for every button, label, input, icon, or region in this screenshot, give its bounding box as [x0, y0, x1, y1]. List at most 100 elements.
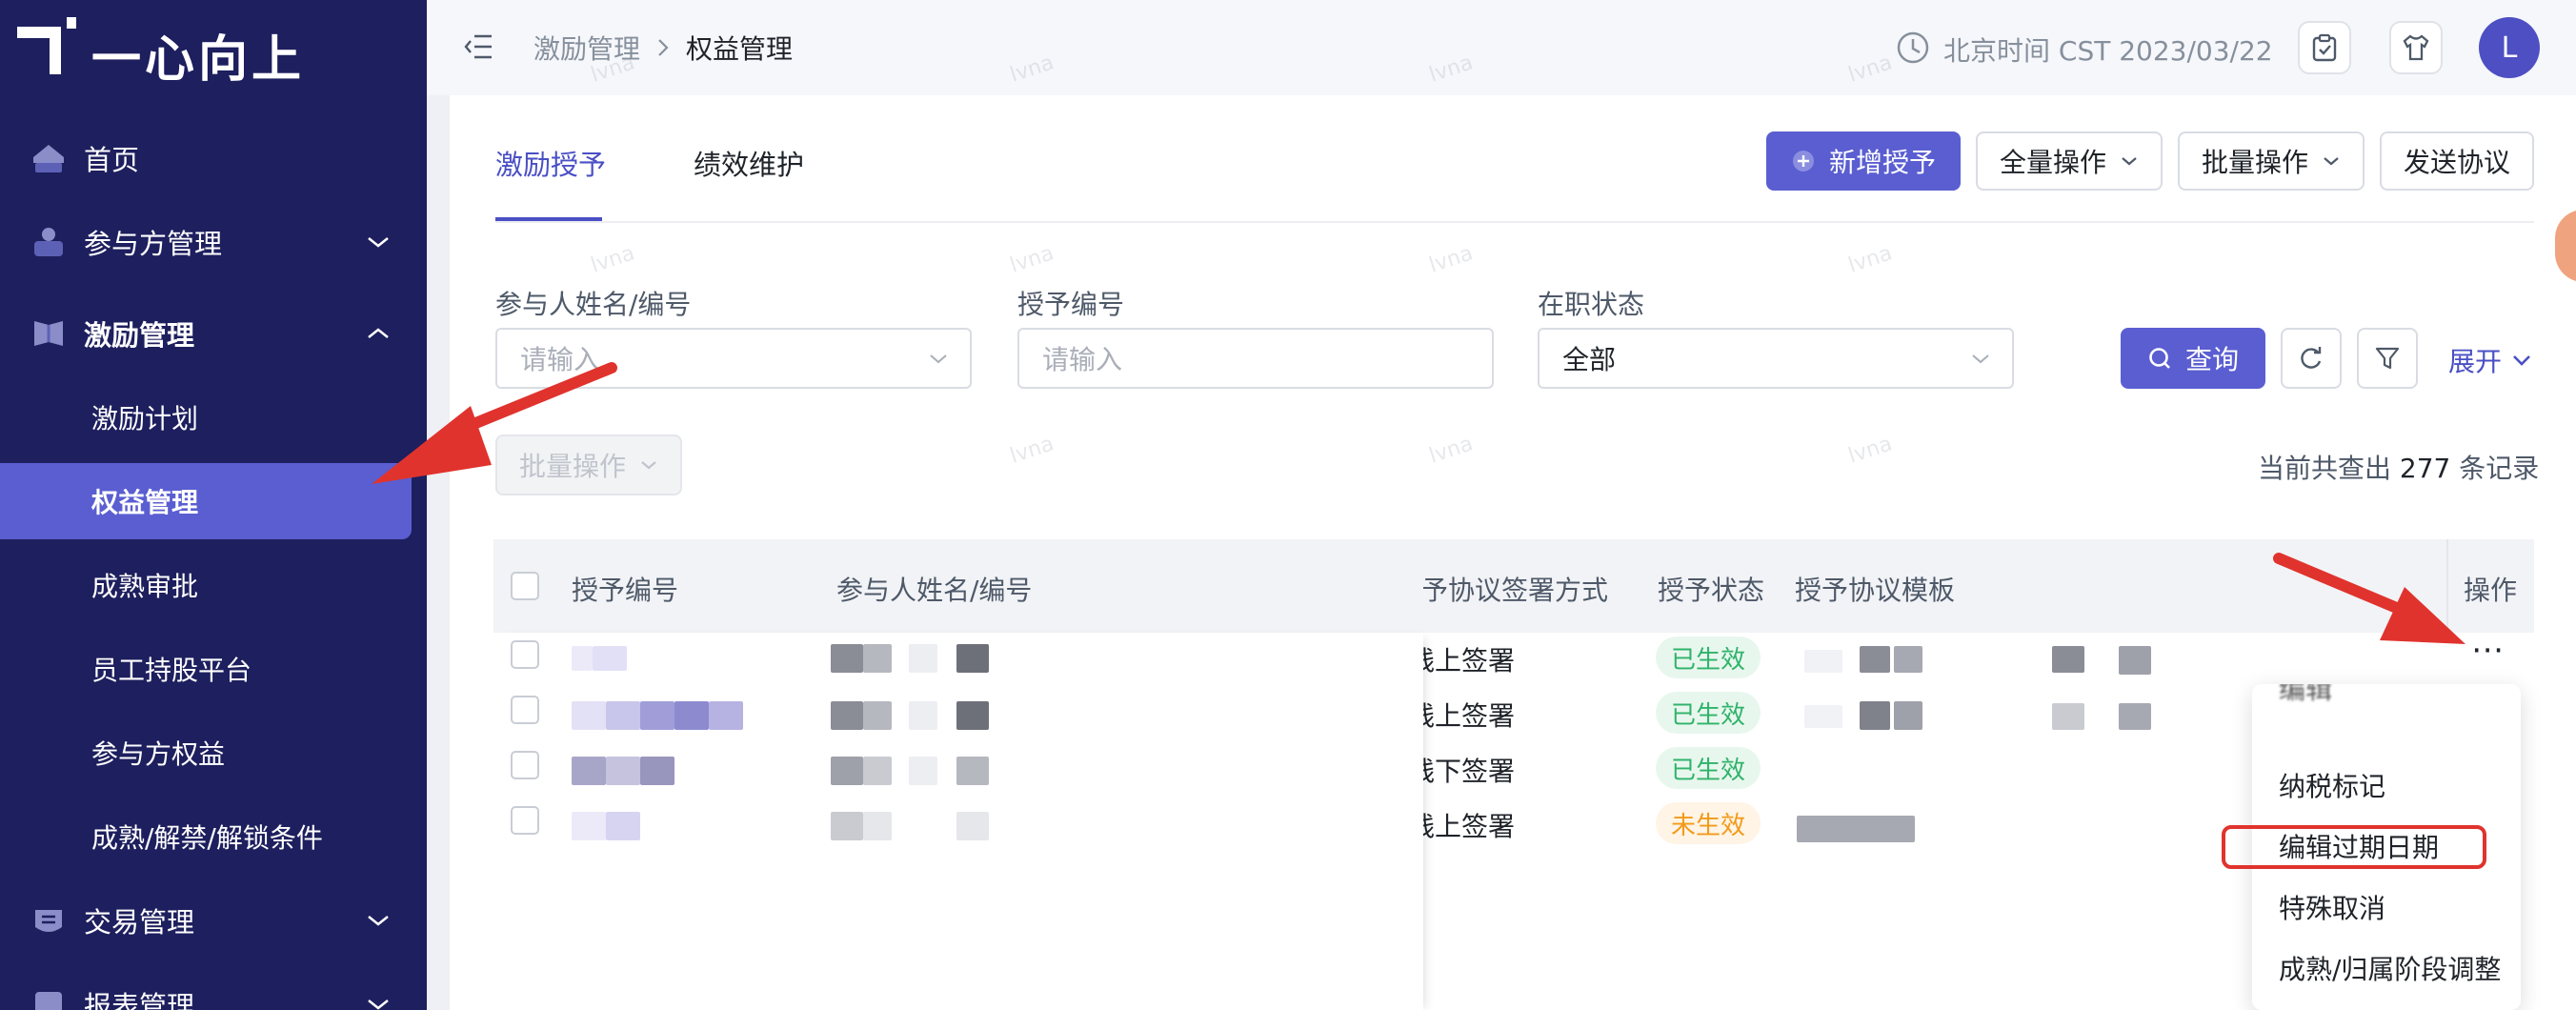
menu-item-edit[interactable]: 编辑 [2279, 684, 2332, 707]
chevron-down-icon [2122, 157, 2137, 166]
chevron-down-icon [368, 916, 389, 926]
status-badge: 已生效 [1656, 747, 1761, 789]
batch-operations-dropdown[interactable]: 批量操作 [2178, 131, 2365, 191]
col-grant-no[interactable]: 授予编号 [572, 570, 678, 608]
sidebar-subitem-participant-equity[interactable]: 参与方权益 [0, 715, 412, 791]
grants-table: 授予编号 参与人姓名/编号 授予协议签署方式 授予状态 授予协议模板 操作 线上… [493, 539, 2534, 1010]
redacted-cell [640, 757, 674, 785]
breadcrumb-current: 权益管理 [686, 33, 794, 65]
chevron-down-icon [1972, 354, 1989, 364]
batch-operations-disabled[interactable]: 批量操作 [495, 434, 682, 495]
grant-no-input[interactable]: 请输入 [1017, 328, 1494, 389]
filter-button[interactable] [2357, 328, 2418, 389]
select-all-checkbox[interactable] [511, 572, 539, 600]
participant-select[interactable]: 请输入 [495, 328, 972, 389]
send-agreement-button[interactable]: 发送协议 [2380, 131, 2534, 191]
reset-button[interactable] [2281, 328, 2342, 389]
sidebar-item-label: 参与方管理 [84, 228, 223, 260]
redacted-cell [572, 757, 606, 785]
cell-sign-method: 线上签署 [1408, 811, 1516, 842]
tab-incentive-grant[interactable]: 激励授予 [495, 143, 606, 183]
batch-operations-label: 批量操作 [2201, 147, 2308, 178]
sidebar-subitem-label: 成熟审批 [91, 571, 199, 602]
status-badge: 已生效 [1656, 692, 1761, 734]
redacted-cell [831, 812, 863, 840]
row-checkbox[interactable] [511, 751, 539, 779]
redacted-cell [909, 757, 937, 785]
sidebar-item-participants[interactable]: 参与方管理 [0, 204, 427, 280]
redacted-cell [831, 757, 863, 785]
redacted-cell [956, 644, 989, 673]
col-participant[interactable]: 参与人姓名/编号 [836, 570, 1032, 608]
employment-status-select[interactable]: 全部 [1538, 328, 2014, 389]
collapse-sidebar-icon[interactable] [463, 32, 495, 61]
sidebar-subitem-label: 权益管理 [91, 487, 199, 518]
redacted-cell [863, 757, 892, 785]
sidebar-item-label: 激励管理 [84, 319, 195, 352]
chevron-down-icon [368, 237, 389, 248]
chevron-down-icon [368, 1000, 389, 1010]
redacted-cell [1804, 705, 1842, 728]
sidebar-subitem-conditions[interactable]: 成熟/解禁/解锁条件 [0, 798, 412, 875]
chevron-down-icon [2324, 157, 2339, 166]
report-icon [30, 986, 67, 1010]
redacted-cell [1894, 701, 1922, 730]
sidebar-item-transactions[interactable]: 交易管理 [0, 882, 427, 959]
menu-item-special-cancel[interactable]: 特殊取消 [2279, 888, 2385, 926]
redacted-cell [863, 701, 892, 730]
tab-performance[interactable]: 绩效维护 [694, 143, 804, 183]
more-actions-button[interactable]: ⋯ [2471, 631, 2504, 669]
sidebar-item-label: 报表管理 [84, 990, 195, 1010]
redacted-cell [606, 812, 640, 840]
menu-item-edit-clip: 编辑 [2252, 684, 2521, 718]
redacted-cell [956, 812, 989, 840]
status-badge: 已生效 [1656, 636, 1761, 678]
col-grant-status[interactable]: 授予状态 [1658, 570, 1764, 608]
row-checkbox[interactable] [511, 696, 539, 724]
sidebar-subitem-esop-platform[interactable]: 员工持股平台 [0, 631, 412, 707]
current-time: 北京时间 CST 2023/03/22 [1943, 35, 2273, 67]
sidebar-subitem-plan[interactable]: 激励计划 [0, 379, 412, 455]
redacted-cell [2119, 646, 2151, 675]
skin-button[interactable] [2389, 21, 2443, 74]
new-grant-button[interactable]: 新增授予 [1766, 131, 1961, 191]
avatar[interactable]: L [2479, 17, 2540, 78]
logo-icon [17, 17, 76, 74]
sidebar-item-reports[interactable]: 报表管理 [0, 966, 427, 1010]
redacted-cell [1894, 646, 1922, 673]
sidebar-item-home[interactable]: 首页 [0, 120, 427, 196]
sidebar-item-label: 首页 [84, 144, 140, 176]
employment-status-label: 在职状态 [1538, 289, 1645, 320]
chevron-up-icon [368, 328, 389, 338]
redacted-cell [606, 701, 640, 730]
tabs-divider [495, 221, 2534, 223]
redacted-cell [1860, 701, 1890, 730]
home-icon [30, 140, 67, 176]
participant-filter-label: 参与人姓名/编号 [495, 289, 692, 320]
col-template[interactable]: 授予协议模板 [1795, 570, 1955, 608]
query-label: 查询 [2184, 344, 2239, 375]
redacted-cell [831, 644, 863, 673]
col-sign-method[interactable]: 授予协议签署方式 [1423, 570, 1608, 608]
redacted-cell [640, 701, 674, 730]
redacted-cell [2052, 646, 2084, 673]
row-checkbox[interactable] [511, 640, 539, 669]
query-button[interactable]: 查询 [2121, 328, 2265, 389]
record-count: 当前共查出 277 条记录 [2258, 448, 2539, 486]
menu-item-vesting-adjust[interactable]: 成熟/归属阶段调整 [2279, 949, 2501, 987]
record-count-value: 277 [2399, 453, 2451, 484]
todo-button[interactable] [2298, 21, 2351, 74]
sidebar-subitem-equity[interactable]: 权益管理 [0, 463, 412, 539]
redacted-cell [606, 757, 640, 785]
expand-filters-link[interactable]: 展开 [2448, 341, 2532, 379]
table-header: 授予编号 参与人姓名/编号 授予协议签署方式 授予状态 授予协议模板 操作 [493, 539, 2534, 633]
redacted-cell [2119, 703, 2151, 730]
redacted-cell [709, 701, 743, 730]
sidebar-item-incentive[interactable]: 激励管理 [0, 295, 427, 372]
menu-item-tax-mark[interactable]: 纳税标记 [2279, 766, 2385, 804]
search-icon [2149, 348, 2170, 369]
sidebar-subitem-maturity-approval[interactable]: 成熟审批 [0, 547, 412, 623]
all-operations-dropdown[interactable]: 全量操作 [1976, 131, 2163, 191]
row-checkbox[interactable] [511, 806, 539, 835]
employment-status-value: 全部 [1562, 344, 1617, 375]
